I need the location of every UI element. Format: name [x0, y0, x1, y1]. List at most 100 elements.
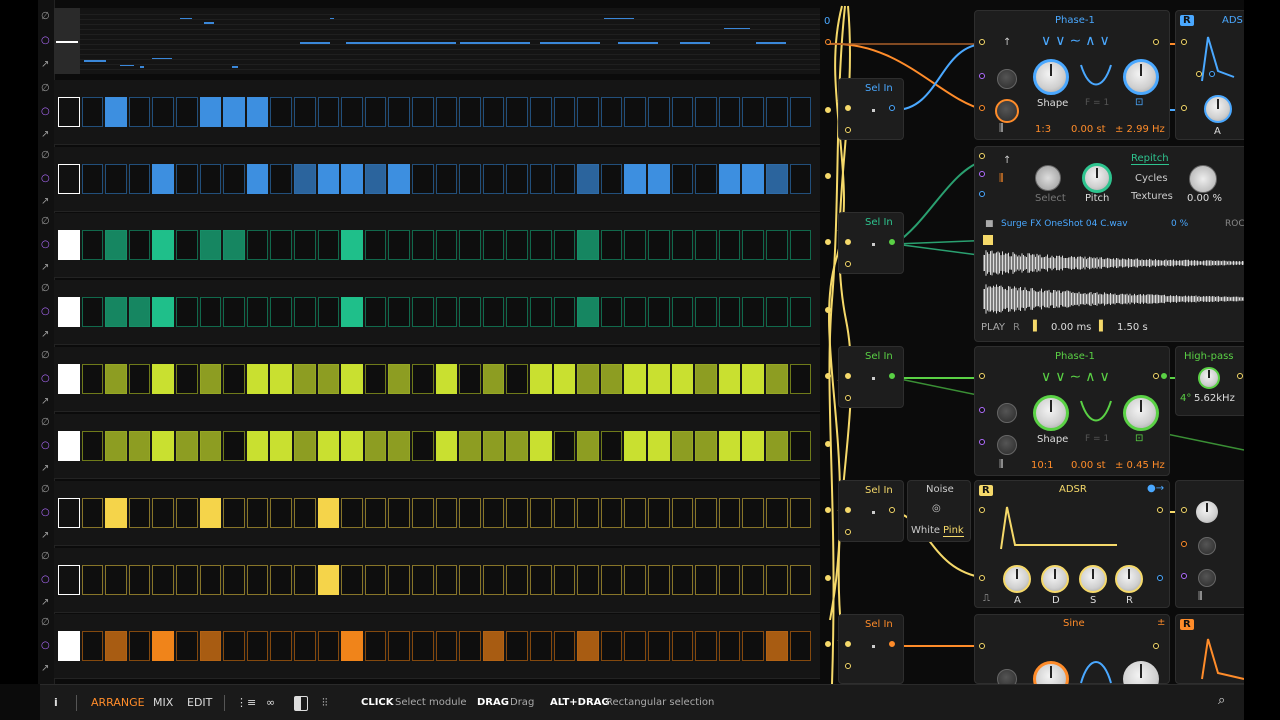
- step-cell[interactable]: [412, 230, 434, 260]
- step-cell[interactable]: [200, 364, 222, 394]
- step-cell[interactable]: [294, 631, 316, 661]
- step-cell[interactable]: [459, 565, 481, 595]
- step-cell[interactable]: [742, 230, 764, 260]
- step-cell[interactable]: [176, 364, 198, 394]
- step-cell[interactable]: [506, 498, 528, 528]
- step-cell[interactable]: [695, 164, 717, 194]
- percent-value[interactable]: 0.00 %: [1187, 193, 1222, 204]
- step-cell[interactable]: [388, 631, 410, 661]
- step-cell[interactable]: [719, 164, 741, 194]
- step-cell[interactable]: [365, 565, 387, 595]
- patch-port[interactable]: [845, 239, 851, 245]
- arrow-out-icon[interactable]: ↗: [41, 263, 49, 273]
- patch-port[interactable]: [845, 105, 851, 111]
- step-cell[interactable]: [530, 230, 552, 260]
- step-cell[interactable]: [766, 631, 788, 661]
- step-cell[interactable]: [577, 164, 599, 194]
- step-cell[interactable]: [436, 565, 458, 595]
- step-cell[interactable]: [294, 565, 316, 595]
- slope-value[interactable]: 4°: [1180, 393, 1191, 404]
- step-cell[interactable]: [483, 230, 505, 260]
- step-cell[interactable]: [152, 498, 174, 528]
- step-cell[interactable]: [341, 431, 363, 461]
- step-cell[interactable]: [530, 364, 552, 394]
- pitch-knob[interactable]: [1082, 163, 1112, 193]
- step-cell[interactable]: [719, 297, 741, 327]
- step-cell[interactable]: [82, 364, 104, 394]
- step-cell[interactable]: [695, 565, 717, 595]
- step-cell[interactable]: [530, 565, 552, 595]
- step-cell[interactable]: [672, 164, 694, 194]
- step-lane[interactable]: [54, 147, 820, 212]
- step-cell[interactable]: [483, 97, 505, 127]
- step-cell[interactable]: [341, 631, 363, 661]
- arrow-out-icon[interactable]: ↗: [41, 531, 49, 541]
- mod-knob-1[interactable]: [997, 69, 1017, 89]
- midi-note[interactable]: [84, 60, 106, 62]
- sustain-knob[interactable]: [1079, 565, 1107, 593]
- patch-port[interactable]: [1157, 507, 1163, 513]
- amp-knob-1[interactable]: [1196, 501, 1218, 523]
- arrow-out-icon[interactable]: ↗: [41, 397, 49, 407]
- adsr-module-bottom[interactable]: R: [1175, 614, 1255, 684]
- step-cell[interactable]: [742, 164, 764, 194]
- step-cell[interactable]: [742, 631, 764, 661]
- step-cell[interactable]: [530, 164, 552, 194]
- edit-tab[interactable]: EDIT: [187, 696, 212, 710]
- amp-module[interactable]: ⫼: [1175, 480, 1255, 608]
- step-cell[interactable]: [790, 498, 812, 528]
- step-cell[interactable]: [58, 565, 80, 595]
- phase-icon[interactable]: ∅: [41, 552, 50, 562]
- step-cell[interactable]: [200, 498, 222, 528]
- step-cell[interactable]: [105, 230, 127, 260]
- step-cell[interactable]: [58, 297, 80, 327]
- patch-port[interactable]: [979, 439, 985, 445]
- step-lane[interactable]: [54, 414, 820, 479]
- step-cell[interactable]: [530, 297, 552, 327]
- step-cell[interactable]: [790, 164, 812, 194]
- step-cell[interactable]: [58, 631, 80, 661]
- step-cell[interactable]: [223, 631, 245, 661]
- step-cell[interactable]: [152, 230, 174, 260]
- hz-value[interactable]: ± 2.99 Hz: [1115, 124, 1165, 135]
- step-cell[interactable]: [766, 498, 788, 528]
- step-cell[interactable]: [554, 431, 576, 461]
- patch-port[interactable]: [825, 507, 831, 513]
- step-cell[interactable]: [176, 565, 198, 595]
- step-cell[interactable]: [483, 431, 505, 461]
- rate-knob[interactable]: [1123, 395, 1159, 431]
- step-cell[interactable]: [506, 164, 528, 194]
- phase-icon[interactable]: ∅: [41, 485, 50, 495]
- circle-dot-icon[interactable]: ○: [41, 36, 50, 46]
- step-cell[interactable]: [129, 230, 151, 260]
- step-cell[interactable]: [200, 431, 222, 461]
- step-cell[interactable]: [105, 631, 127, 661]
- step-cell[interactable]: [223, 164, 245, 194]
- ratio-value[interactable]: 1:3: [1035, 124, 1051, 135]
- step-cell[interactable]: [577, 631, 599, 661]
- step-cell[interactable]: [129, 498, 151, 528]
- step-cell[interactable]: [341, 565, 363, 595]
- step-cell[interactable]: [624, 364, 646, 394]
- step-cell[interactable]: [58, 97, 80, 127]
- step-cell[interactable]: [152, 631, 174, 661]
- pink-option[interactable]: Pink: [943, 525, 964, 537]
- step-cell[interactable]: [58, 431, 80, 461]
- textures-mode[interactable]: Textures: [1131, 191, 1173, 202]
- bipolar-toggle[interactable]: ±: [1157, 617, 1165, 628]
- step-cell[interactable]: [530, 631, 552, 661]
- step-cell[interactable]: [129, 297, 151, 327]
- step-cell[interactable]: [82, 498, 104, 528]
- arrow-out-icon[interactable]: ↗: [41, 130, 49, 140]
- step-cell[interactable]: [200, 297, 222, 327]
- step-cell[interactable]: [129, 631, 151, 661]
- step-cell[interactable]: [601, 431, 623, 461]
- step-cell[interactable]: [341, 364, 363, 394]
- step-cell[interactable]: [105, 498, 127, 528]
- step-cell[interactable]: [58, 364, 80, 394]
- patch-port[interactable]: [1153, 643, 1159, 649]
- step-cell[interactable]: [672, 97, 694, 127]
- ratio-value[interactable]: 10:1: [1031, 460, 1053, 471]
- patch-port[interactable]: [1181, 105, 1187, 111]
- patch-port[interactable]: [845, 395, 851, 401]
